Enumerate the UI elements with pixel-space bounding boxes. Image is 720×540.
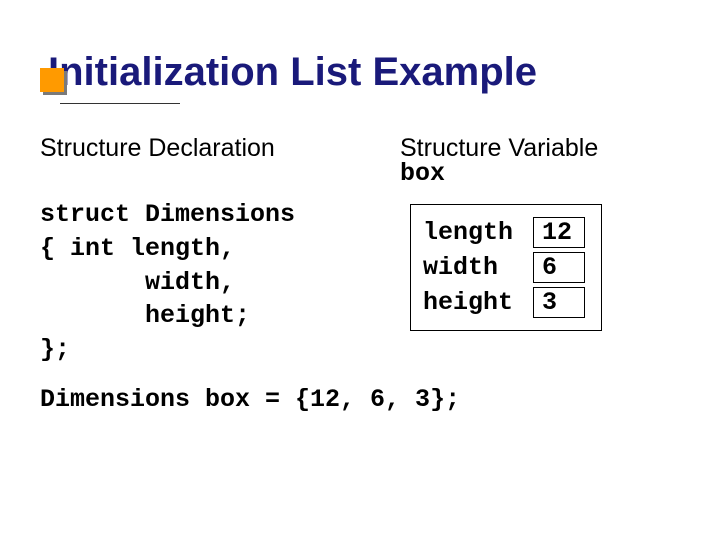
structure-variable-box: length 12 width 6 height 3	[410, 204, 602, 331]
member-row: length 12	[423, 217, 585, 248]
title-underline	[60, 103, 180, 104]
slide-bullet-icon	[40, 68, 64, 92]
slide-title: Initialization List Example	[48, 50, 680, 95]
struct-code-block: struct Dimensions { int length, width, h…	[40, 198, 410, 367]
member-value-height: 3	[533, 287, 585, 318]
member-row: height 3	[423, 287, 585, 318]
declaration-header: Structure Declaration	[40, 134, 400, 188]
member-label-width: width	[423, 253, 533, 282]
initialization-line: Dimensions box = {12, 6, 3};	[40, 385, 680, 414]
member-label-length: length	[423, 218, 533, 247]
member-row: width 6	[423, 252, 585, 283]
member-value-length: 12	[533, 217, 585, 248]
box-variable-name: box	[400, 159, 650, 188]
member-value-width: 6	[533, 252, 585, 283]
variable-header: Structure Variable	[400, 134, 598, 162]
member-label-height: height	[423, 288, 533, 317]
